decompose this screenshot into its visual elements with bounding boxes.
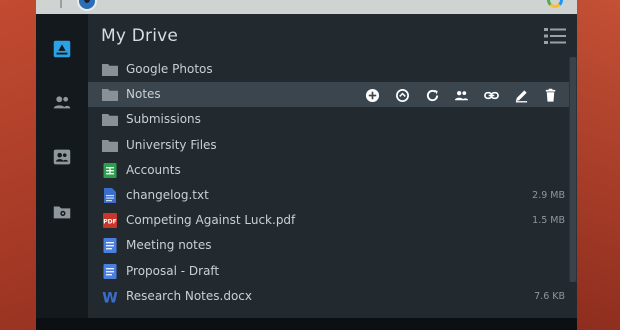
word-doc-icon: W [102, 288, 118, 306]
file-actions-toolbar [358, 85, 566, 105]
file-size: 1.5 MB [532, 215, 565, 227]
rename-pencil-icon [515, 90, 527, 103]
text-file-icon [102, 187, 118, 204]
page-title: My Drive [101, 26, 179, 46]
folder-icon [102, 64, 118, 76]
file-name: Submissions [126, 112, 201, 127]
panel-indicator-icon [54, 0, 62, 8]
scrollbar[interactable] [569, 57, 577, 282]
file-name: Accounts [126, 162, 181, 177]
file-row[interactable]: Proposal - Draft [88, 259, 569, 284]
folder-icon [102, 61, 118, 78]
top-panel [36, 0, 577, 14]
file-list: Google Photos Notes Submissions University … [88, 57, 569, 309]
folder-icon [102, 86, 118, 103]
list-view-toggle[interactable] [544, 26, 566, 46]
folder-icon [102, 89, 118, 102]
folder-settings-icon [53, 206, 71, 219]
document-icon [102, 263, 118, 280]
file-name: changelog.txt [126, 187, 209, 202]
file-size: 2.9 MB [532, 189, 565, 201]
delete-trash-button[interactable] [536, 85, 566, 105]
file-browser: My Drive Google Photos Notes Submissions Un… [88, 14, 577, 318]
sync-status-icon[interactable] [547, 0, 563, 8]
file-name: Proposal - Draft [126, 263, 220, 278]
svg-text:PDF: PDF [103, 219, 116, 226]
delete-trash-icon [546, 88, 556, 102]
file-name: Competing Against Luck.pdf [126, 213, 296, 228]
svg-text:W: W [102, 290, 117, 305]
refresh-button[interactable] [417, 85, 447, 105]
drive-icon [53, 40, 71, 58]
link-icon [484, 91, 499, 99]
sync-folder-icon [396, 88, 409, 102]
file-row[interactable]: W Research Notes.docx 7.6 KB [88, 284, 569, 309]
folder-icon [102, 137, 118, 154]
sync-folder-button[interactable] [388, 85, 418, 105]
sidebar-item-folder-settings[interactable] [49, 199, 75, 225]
shared-people-icon [53, 96, 71, 109]
pdf-icon: PDF [103, 213, 117, 229]
share-people-icon [455, 90, 469, 100]
add-button[interactable] [358, 85, 388, 105]
file-name: Meeting notes [126, 238, 212, 253]
link-button[interactable] [477, 85, 507, 105]
spreadsheet-icon [102, 162, 118, 179]
folder-icon [102, 114, 118, 127]
sidebar-item-my-drive[interactable] [49, 36, 75, 62]
desktop-wallpaper-right [577, 0, 620, 330]
file-row[interactable]: University Files [88, 133, 569, 158]
pdf-icon: PDF [102, 212, 118, 229]
sidebar-item-contacts[interactable] [49, 144, 75, 170]
file-row[interactable]: changelog.txt 2.9 MB [88, 183, 569, 208]
file-name: University Files [126, 137, 217, 152]
file-name: Research Notes.docx [126, 288, 252, 303]
file-size: 7.6 KB [534, 290, 565, 302]
document-icon [103, 263, 117, 279]
spreadsheet-icon [103, 162, 117, 178]
file-row[interactable]: PDF Competing Against Luck.pdf 1.5 MB [88, 208, 569, 233]
document-icon [102, 237, 118, 254]
file-row[interactable]: Notes [88, 82, 569, 108]
refresh-icon [426, 89, 438, 101]
file-row[interactable]: Google Photos [88, 57, 569, 82]
file-row[interactable]: Submissions [88, 107, 569, 132]
document-icon [103, 238, 117, 254]
scrollbar-thumb[interactable] [570, 57, 576, 282]
sidebar-item-shared[interactable] [49, 89, 75, 115]
file-row[interactable]: Meeting notes [88, 233, 569, 258]
drive-window: My Drive Google Photos Notes Submissions Un… [36, 14, 577, 330]
share-people-button[interactable] [447, 85, 477, 105]
add-icon [366, 88, 380, 102]
folder-icon [102, 111, 118, 128]
file-name: Google Photos [126, 62, 213, 76]
file-name: Notes [126, 87, 161, 102]
sidebar [36, 14, 88, 330]
avatar[interactable] [77, 0, 97, 11]
desktop-wallpaper-left [0, 0, 36, 330]
word-doc-icon: W [102, 290, 117, 306]
text-file-icon [104, 187, 116, 203]
file-row[interactable]: Accounts [88, 158, 569, 183]
window-bottom-edge [36, 318, 577, 330]
rename-pencil-button[interactable] [506, 85, 536, 105]
contacts-icon [53, 149, 71, 165]
folder-icon [102, 139, 118, 152]
list-view-icon [544, 28, 566, 44]
